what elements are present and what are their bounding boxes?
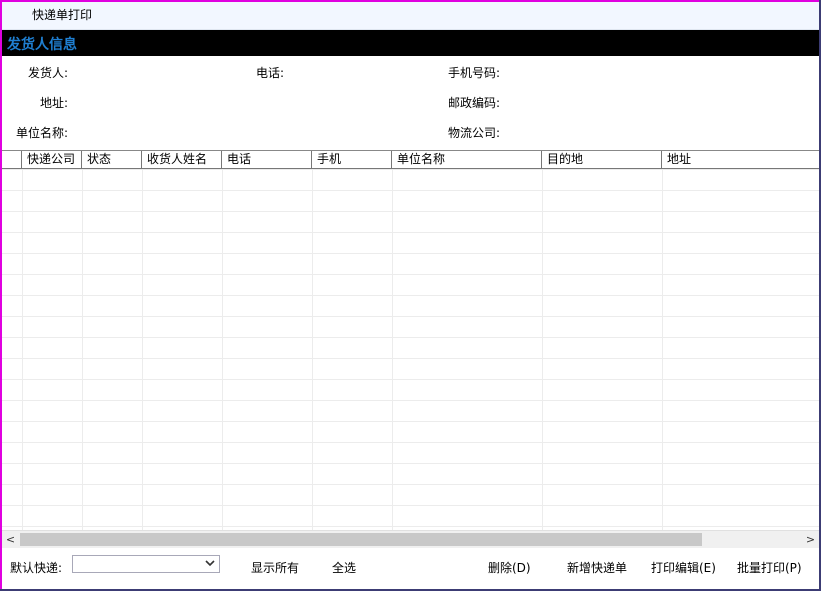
grid-line: [2, 316, 819, 317]
grid-line: [662, 169, 663, 531]
column-header[interactable]: 目的地: [542, 151, 662, 168]
grid-line: [2, 253, 819, 254]
grid-line: [2, 295, 819, 296]
waybill-grid[interactable]: 快递公司 状态 收货人姓名 电话 手机 单位名称 目的地 地址: [2, 150, 819, 531]
grid-line: [392, 169, 393, 531]
column-header[interactable]: 地址: [662, 151, 819, 168]
grid-line: [2, 211, 819, 212]
batch-print-button[interactable]: 批量打印(P): [737, 559, 802, 576]
chevron-down-icon[interactable]: [205, 556, 215, 572]
company-label: 单位名称:: [16, 126, 69, 140]
grid-line: [2, 421, 819, 422]
default-express-label: 默认快递:: [10, 561, 63, 575]
select-all-button[interactable]: 全选: [332, 559, 356, 576]
sender-section-title: 发货人信息: [7, 37, 77, 53]
row-selector-header: [2, 151, 22, 168]
grid-line: [2, 274, 819, 275]
grid-line: [142, 169, 143, 531]
grid-line: [82, 169, 83, 531]
bottom-toolbar: 默认快递: 显示所有 全选 删除(D) 新增快递单 打印编辑(E) 批量打印(P…: [2, 548, 819, 588]
postcode-label: 邮政编码:: [448, 96, 501, 110]
phone-label: 电话:: [256, 66, 285, 80]
show-all-button[interactable]: 显示所有: [251, 559, 299, 576]
scroll-right-icon[interactable]: >: [802, 531, 819, 548]
grid-line: [2, 379, 819, 380]
scroll-left-icon[interactable]: <: [2, 531, 19, 548]
grid-line: [312, 169, 313, 531]
print-edit-button[interactable]: 打印编辑(E): [651, 559, 716, 576]
grid-header: 快递公司 状态 收货人姓名 电话 手机 单位名称 目的地 地址: [2, 151, 819, 169]
logistics-label: 物流公司:: [448, 126, 501, 140]
title-bar: 快递单打印: [2, 2, 819, 30]
column-header[interactable]: 状态: [82, 151, 142, 168]
grid-line: [2, 232, 819, 233]
grid-line: [2, 526, 819, 527]
grid-body[interactable]: [2, 169, 819, 531]
column-header[interactable]: 快递公司: [22, 151, 82, 168]
grid-line: [2, 484, 819, 485]
grid-line: [22, 169, 23, 531]
grid-line: [2, 442, 819, 443]
address-label: 地址:: [40, 96, 69, 110]
grid-line: [2, 337, 819, 338]
grid-line: [2, 190, 819, 191]
default-express-select[interactable]: [72, 555, 220, 573]
grid-line: [2, 358, 819, 359]
grid-line: [2, 169, 819, 170]
grid-line: [2, 400, 819, 401]
grid-line: [222, 169, 223, 531]
sender-section-header: 发货人信息: [2, 30, 819, 56]
scrollbar-thumb[interactable]: [20, 533, 702, 546]
horizontal-scrollbar[interactable]: < >: [2, 530, 819, 548]
delete-button[interactable]: 删除(D): [488, 559, 531, 576]
column-header[interactable]: 收货人姓名: [142, 151, 222, 168]
grid-line: [2, 505, 819, 506]
grid-line: [542, 169, 543, 531]
column-header[interactable]: 电话: [222, 151, 312, 168]
window-title: 快递单打印: [32, 8, 93, 22]
new-waybill-button[interactable]: 新增快递单: [567, 559, 627, 576]
sender-label: 发货人:: [28, 66, 69, 80]
column-header[interactable]: 单位名称: [392, 151, 542, 168]
grid-line: [2, 463, 819, 464]
column-header[interactable]: 手机: [312, 151, 392, 168]
mobile-label: 手机号码:: [448, 66, 501, 80]
